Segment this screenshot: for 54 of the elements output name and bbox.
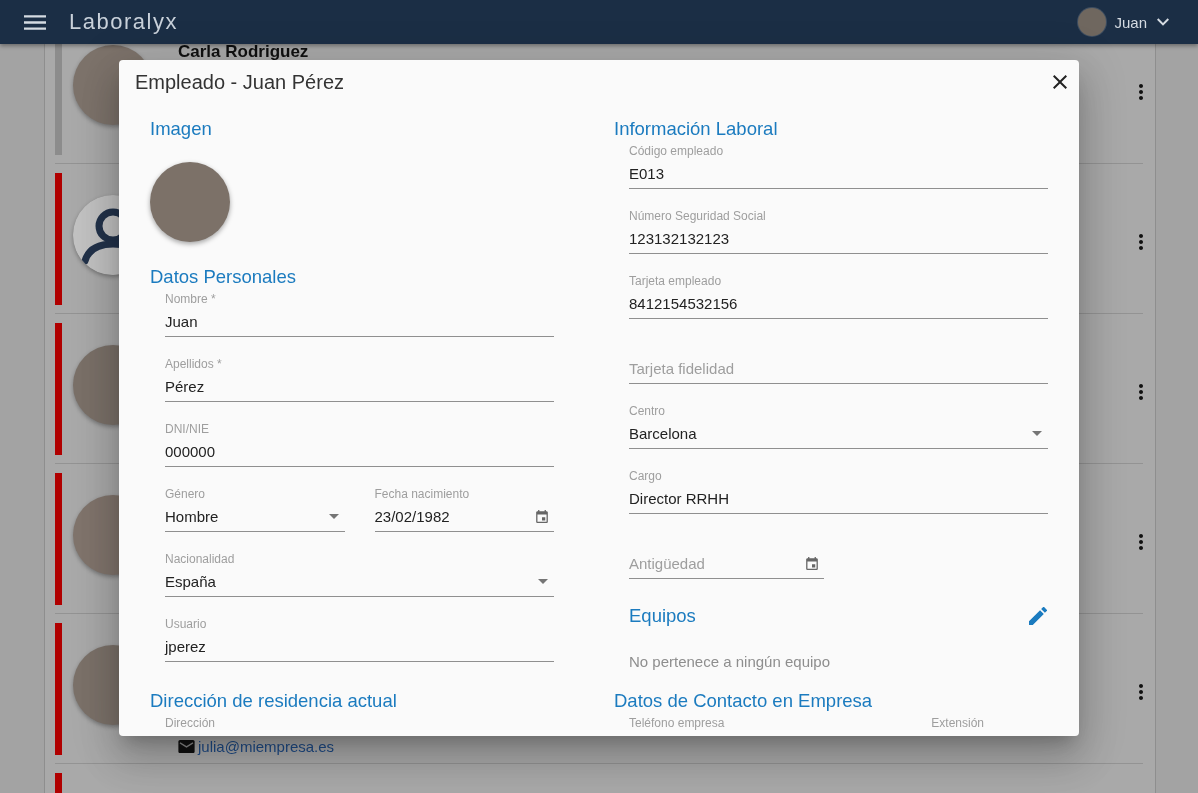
calendar-icon[interactable] [805,556,818,570]
text-field[interactable]: E013 [629,158,1048,189]
text-field[interactable]: 123132132123 [629,223,1048,254]
field-label: Dirección [165,716,215,730]
empty-team-message: No pertenece a ningún equipo [629,653,830,671]
select-field[interactable]: Barcelona [629,418,1048,449]
text-field[interactable]: Director RRHH [629,483,1048,514]
text-field[interactable]: Juan [165,306,554,337]
field-label: Teléfono empresa [629,716,725,730]
more-options-icon[interactable] [1139,684,1143,700]
field-label: Apellidos * [165,357,222,371]
envelope-icon [178,740,195,753]
field-label: Género [165,487,206,501]
text-field[interactable]: 8412154532156 [629,288,1048,319]
dialog-title: Empleado - Juan Pérez [135,70,344,94]
close-icon[interactable] [1053,75,1067,89]
select-field[interactable]: Hombre [165,501,345,532]
field-label: Fecha nacimiento [374,487,470,501]
section-heading: Información Laboral [614,117,778,141]
user-name[interactable]: Juan [1114,13,1147,31]
field-label: Tarjeta empleado [629,274,722,288]
section-heading: Datos de Contacto en Empresa [614,689,873,713]
section-heading: Equipos [629,604,696,628]
field-label: Cargo [629,469,662,483]
pencil-icon[interactable] [1029,607,1047,625]
chevron-down-icon[interactable] [1157,18,1169,26]
select-field[interactable]: España [165,566,554,597]
menu-icon[interactable] [24,14,46,30]
field-label: DNI/NIE [165,422,209,436]
calendar-icon[interactable] [536,509,548,523]
more-options-icon[interactable] [1139,84,1143,100]
employee-name: Carla Rodriguez [178,44,309,60]
field-label: Nacionalidad [165,552,235,566]
more-options-icon[interactable] [1139,384,1143,400]
user-avatar[interactable] [1078,8,1107,36]
more-options-icon[interactable] [1139,234,1143,250]
field-label: Usuario [165,617,207,631]
field-label: Centro [629,404,666,418]
dropdown-caret-icon [328,513,339,519]
field-label: Código empleado [629,144,724,158]
dropdown-caret-icon [1032,430,1042,436]
text-field[interactable]: jperez [165,631,554,662]
section-heading: Dirección de residencia actual [150,689,397,713]
dropdown-caret-icon [538,578,548,584]
date-field[interactable]: 23/02/1982 [374,501,554,532]
text-field[interactable]: Pérez [165,371,554,402]
section-heading: Datos Personales [150,265,297,289]
field-label: Número Seguridad Social [629,209,766,223]
section-heading: Imagen [150,117,212,141]
field-label: Nombre * [165,292,216,306]
app-logo: Laboralyx [69,9,178,35]
more-options-icon[interactable] [1139,534,1143,550]
text-field[interactable]: 000000 [165,436,554,467]
field-label: Extensión [931,716,984,730]
